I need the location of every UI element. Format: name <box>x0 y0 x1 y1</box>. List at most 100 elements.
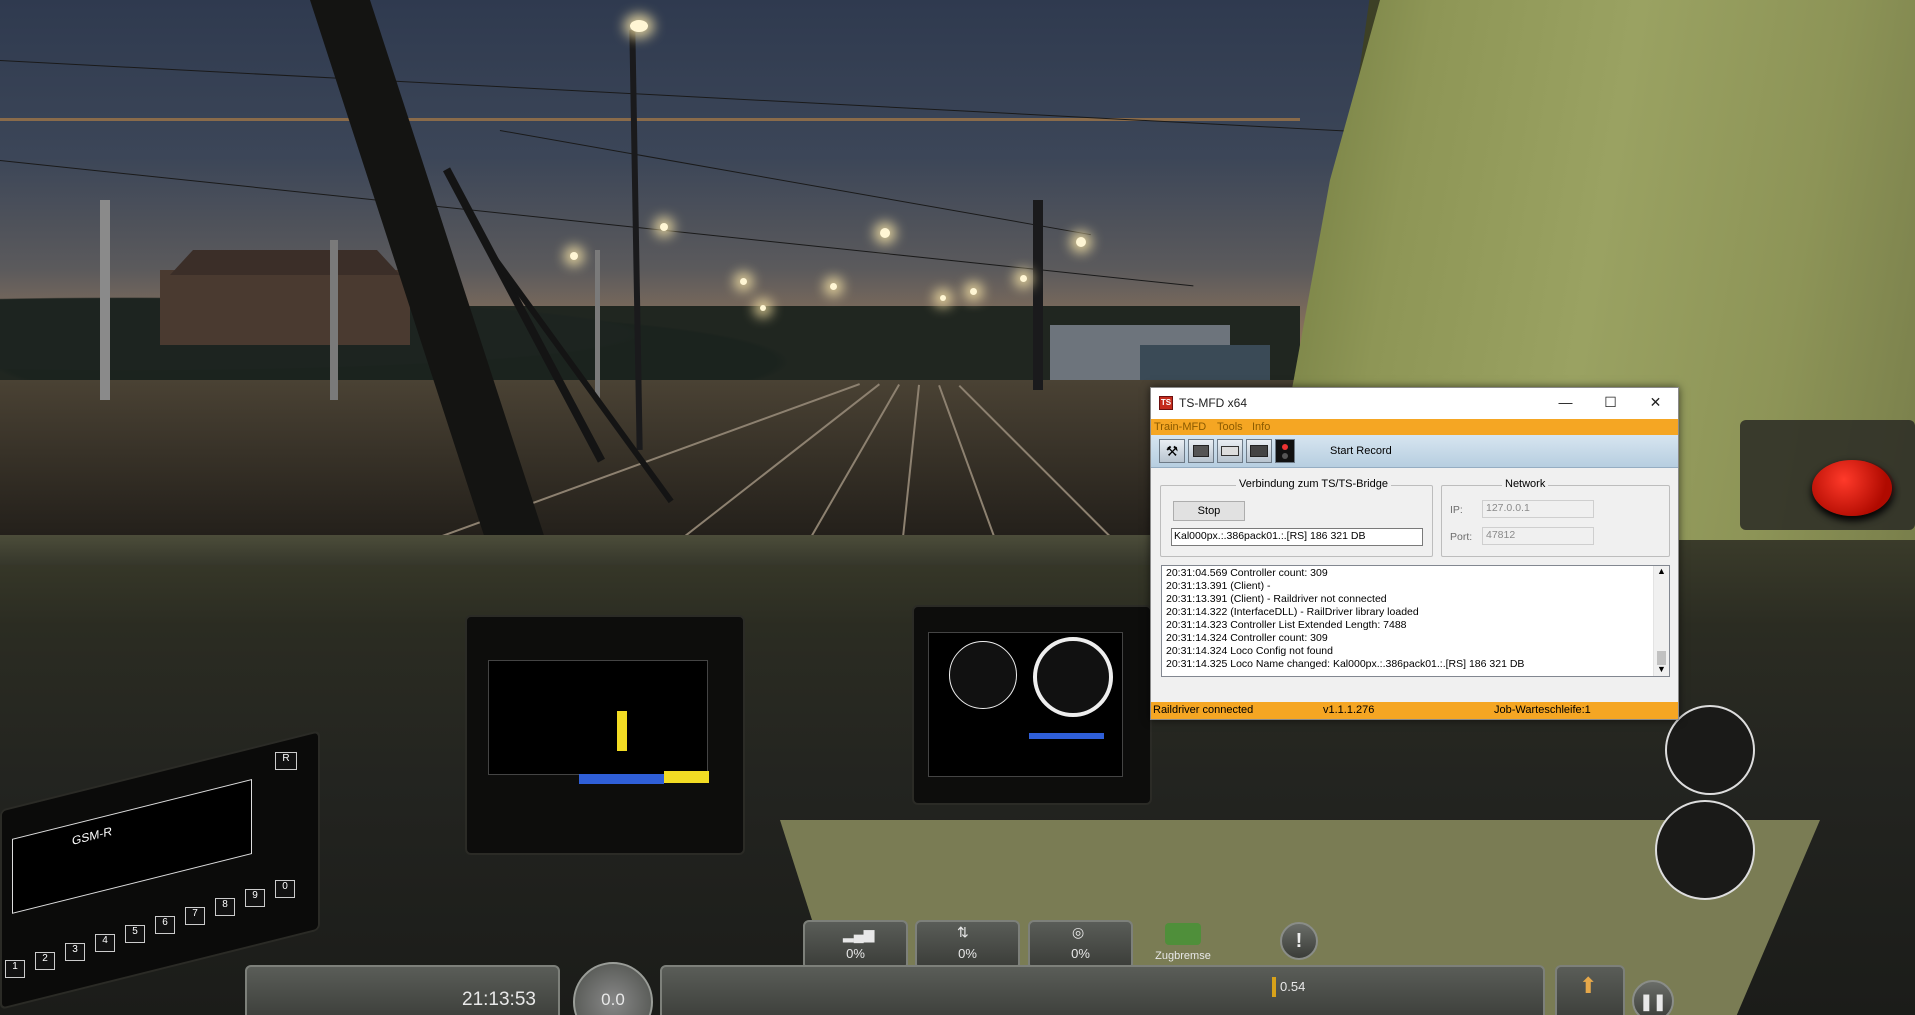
reverser-indicator[interactable]: ⇅ 0% <box>915 920 1020 970</box>
signal-light-icon <box>1282 453 1288 459</box>
start-record-button[interactable]: Start Record <box>1330 445 1392 457</box>
throttle-icon: ▂▄▆ <box>843 926 875 942</box>
network-group-title: Network <box>1502 478 1549 490</box>
scroll-thumb[interactable] <box>1657 651 1666 665</box>
lamp-light <box>630 20 648 32</box>
dynamic-brake-indicator[interactable]: ◎ 0% <box>1028 920 1133 970</box>
log-line: 20:31:14.324 Controller count: 309 <box>1166 632 1328 644</box>
display-button-bar <box>664 771 709 783</box>
brake-value: 0% <box>1071 946 1090 961</box>
ip-label: IP: <box>1450 504 1463 516</box>
log-line: 20:31:13.391 (Client) - Raildriver not c… <box>1166 593 1387 605</box>
reverser-value: 0% <box>958 946 977 961</box>
port-field[interactable]: 47812 <box>1482 527 1594 545</box>
train-brake-label: Zugbremse <box>1155 950 1211 962</box>
brake-icon: ◎ <box>1072 924 1085 940</box>
display-icon[interactable] <box>1188 439 1214 463</box>
connection-group: Verbindung zum TS/TS-Bridge Stop Kal000p… <box>1160 478 1433 557</box>
clock-time: 21:13:53 <box>462 989 536 1010</box>
etcs-display <box>928 632 1123 777</box>
port-label: Port: <box>1450 531 1473 543</box>
log-list[interactable]: 20:31:04.569 Controller count: 309 20:31… <box>1161 565 1670 677</box>
toolbar: ⚒ Start Record <box>1151 435 1678 468</box>
etcs-speed-gauge <box>1033 637 1113 717</box>
title-bar[interactable]: TS TS-MFD x64 — ☐ ✕ <box>1151 388 1678 419</box>
game-hud: ▂▄▆ 0% ⇅ 0% ◎ 0% Zugbremse ! 21:13:53 0.… <box>0 920 1915 1015</box>
catenary-mast <box>330 240 338 400</box>
lamp-light <box>1020 275 1027 282</box>
raildriver-status: Raildriver connected <box>1153 704 1254 716</box>
display-icon-screen <box>1193 445 1209 457</box>
network-group: Network IP: 127.0.0.1 Port: 47812 <box>1441 478 1670 557</box>
reverser-icon: ⇅ <box>957 924 969 940</box>
menu-train-mfd[interactable]: Train-MFD <box>1154 421 1206 433</box>
warehouse <box>1140 345 1270 385</box>
catenary-mast <box>595 250 600 400</box>
log-line: 20:31:04.569 Controller count: 309 <box>1166 567 1328 579</box>
gsm-key-9[interactable]: 9 <box>245 889 265 907</box>
gradient-marker-icon <box>1272 977 1276 997</box>
gsm-key-0[interactable]: 0 <box>275 880 295 898</box>
log-line: 20:31:14.322 (InterfaceDLL) - RailDriver… <box>1166 606 1419 618</box>
lamp-light <box>830 283 837 290</box>
throttle-indicator[interactable]: ▂▄▆ 0% <box>803 920 908 970</box>
display-button-bar <box>579 774 664 784</box>
gsm-key-r[interactable]: R <box>275 752 297 770</box>
menu-info[interactable]: Info <box>1252 421 1270 433</box>
job-queue-status: Job-Warteschleife:1 <box>1494 704 1591 716</box>
main-reservoir-gauge <box>1655 800 1755 900</box>
menu-bar: Train-MFD Tools Info <box>1151 419 1678 435</box>
emergency-stop-button-top[interactable] <box>1812 460 1892 516</box>
station-building <box>160 270 410 345</box>
log-line: 20:31:13.391 (Client) - <box>1166 580 1271 592</box>
signal-light-icon <box>1282 444 1288 450</box>
speedometer: 0.0 <box>573 962 653 1015</box>
lamp-light <box>940 295 946 301</box>
log-line: 20:31:14.325 Loco Name changed: Kal000px… <box>1166 658 1525 670</box>
map-icon: ⬆ <box>1579 973 1598 998</box>
scroll-down-icon[interactable]: ▼ <box>1657 664 1666 674</box>
status-bar: Raildriver connected v1.1.1.276 Job-Wart… <box>1151 702 1678 719</box>
train-brake-icon[interactable] <box>1165 923 1201 945</box>
tools-icon[interactable]: ⚒ <box>1159 439 1185 463</box>
lamp-light <box>880 228 890 238</box>
throttle-value: 0% <box>846 946 865 961</box>
lamp-light <box>760 305 766 311</box>
log-line: 20:31:14.324 Loco Config not found <box>1166 645 1333 657</box>
lamp-light <box>970 288 977 295</box>
app-icon: TS <box>1159 396 1173 410</box>
gauge-panel-icon[interactable] <box>1246 439 1272 463</box>
gsm-key-8[interactable]: 8 <box>215 898 235 916</box>
version-label: v1.1.1.276 <box>1323 704 1375 716</box>
speed-gauge <box>949 641 1017 709</box>
etcs-message-bar <box>1029 733 1104 739</box>
gsm-r-screen <box>12 779 252 914</box>
lamp-light <box>1076 237 1086 247</box>
lamp-light <box>570 252 578 260</box>
minimize-button[interactable]: — <box>1543 388 1588 419</box>
maximize-button[interactable]: ☐ <box>1588 388 1633 419</box>
signal-icon[interactable] <box>1275 439 1295 463</box>
pause-button[interactable]: ❚❚ <box>1632 980 1674 1015</box>
close-button[interactable]: ✕ <box>1633 388 1678 419</box>
loco-name-field[interactable]: Kal000px.:.386pack01.:.[RS] 186 321 DB <box>1171 528 1423 546</box>
catenary-mast <box>100 200 110 400</box>
display-small-icon-screen <box>1221 446 1239 456</box>
log-scrollbar[interactable]: ▲ ▼ <box>1653 566 1669 676</box>
menu-tools[interactable]: Tools <box>1217 421 1243 433</box>
stop-button[interactable]: Stop <box>1173 501 1245 521</box>
alert-button[interactable]: ! <box>1280 922 1318 960</box>
map-button[interactable]: ⬆ <box>1555 965 1625 1015</box>
station-roof <box>170 250 400 275</box>
connection-group-title: Verbindung zum TS/TS-Bridge <box>1236 478 1391 490</box>
ip-field[interactable]: 127.0.0.1 <box>1482 500 1594 518</box>
catenary-mast <box>1033 200 1043 390</box>
lamp-light <box>660 223 668 231</box>
window-title: TS-MFD x64 <box>1179 396 1248 410</box>
display-small-icon[interactable] <box>1217 439 1243 463</box>
traction-display <box>488 660 709 784</box>
ts-mfd-window: TS TS-MFD x64 — ☐ ✕ Train-MFD Tools Info… <box>1150 387 1679 720</box>
lamp-light <box>740 278 747 285</box>
gradient-value: 0.54 <box>1280 979 1306 994</box>
scroll-up-icon[interactable]: ▲ <box>1657 566 1666 576</box>
